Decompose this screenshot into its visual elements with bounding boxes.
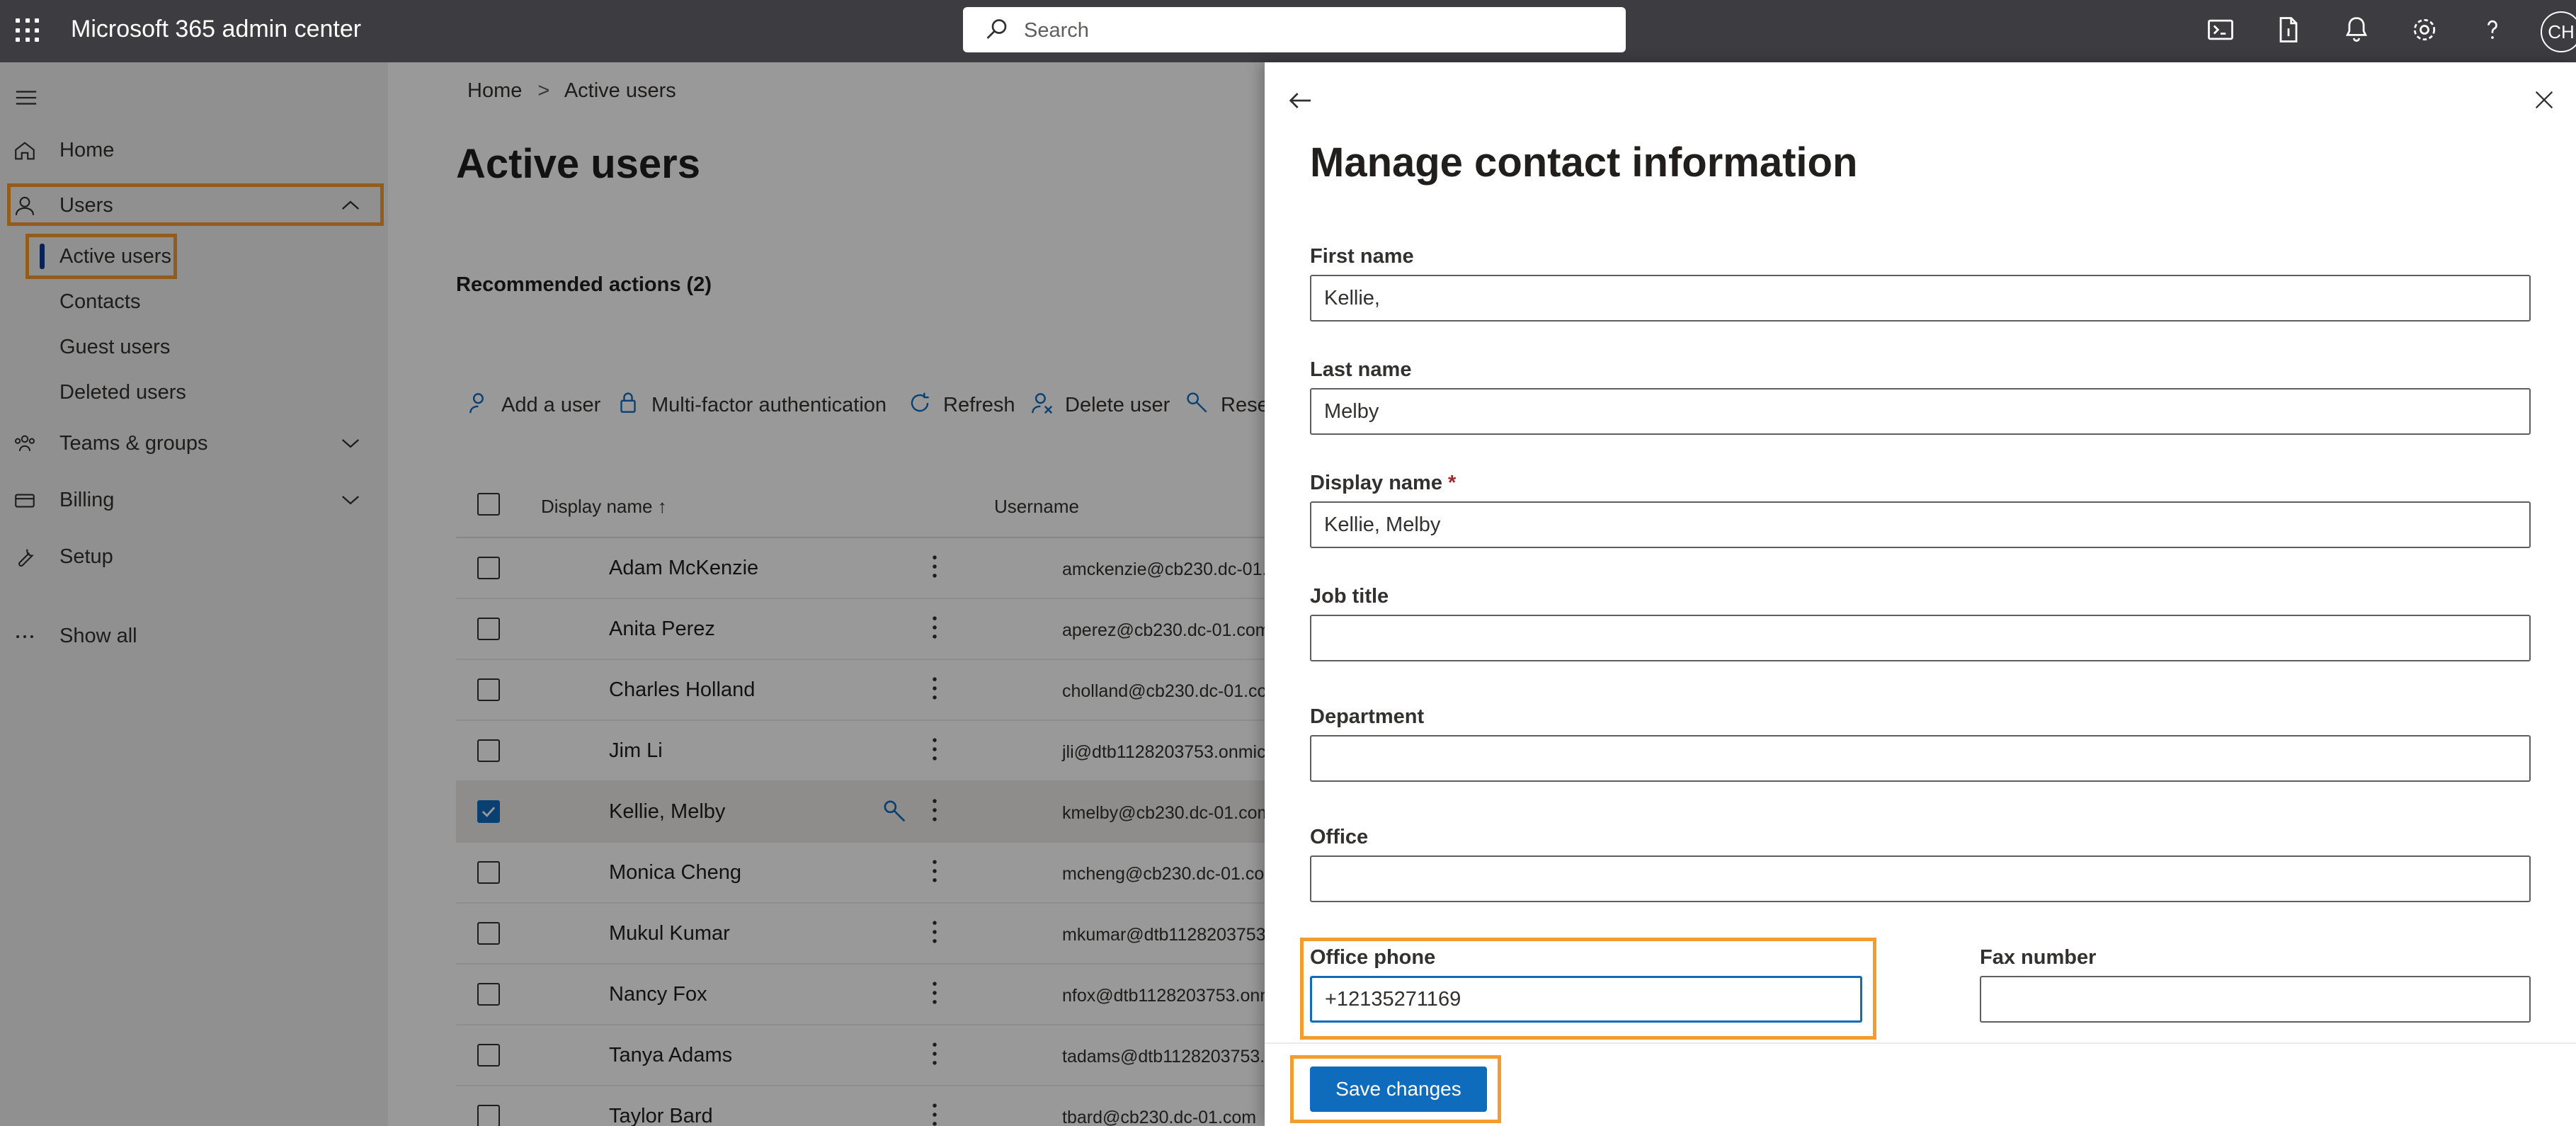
display-name-label-text: Display name [1310,472,1442,494]
panel-title: Manage contact information [1310,140,1858,186]
notifications-icon[interactable] [2341,14,2372,45]
save-changes-button[interactable]: Save changes [1310,1067,1487,1112]
search-icon [986,19,1007,39]
avatar[interactable]: CH [2541,11,2576,52]
office-field[interactable] [1310,855,2531,902]
app-title[interactable]: Microsoft 365 admin center [71,16,361,43]
search-input[interactable]: Search [963,7,1626,52]
app-launcher-icon[interactable] [16,18,40,42]
modal-overlay[interactable] [0,62,1265,1126]
help-icon[interactable] [2477,14,2508,45]
office-label: Office [1310,826,1369,848]
office-phone-field[interactable] [1310,976,1862,1023]
job-title-label: Job title [1310,585,1389,608]
last-name-field[interactable] [1310,388,2531,435]
display-name-field[interactable] [1310,501,2531,548]
settings-icon[interactable] [2409,14,2440,45]
terminal-icon[interactable] [2205,14,2236,45]
fax-number-label: Fax number [1980,946,2097,969]
search-placeholder: Search [1024,19,1089,42]
first-name-label: First name [1310,245,1414,268]
top-bar: Microsoft 365 admin center Search CH [0,0,2576,62]
department-label: Department [1310,705,1425,728]
job-title-field[interactable] [1310,615,2531,661]
manage-contact-panel: Manage contact information First name La… [1265,62,2576,1126]
first-name-field[interactable] [1310,275,2531,322]
required-marker: * [1448,472,1457,494]
department-field[interactable] [1310,735,2531,782]
fax-number-field[interactable] [1980,976,2531,1023]
office-phone-label: Office phone [1310,946,1436,969]
back-arrow-icon[interactable] [1286,86,1314,115]
close-icon[interactable] [2532,88,2556,112]
last-name-label: Last name [1310,358,1412,381]
display-name-label: Display name * [1310,472,1456,495]
document-icon[interactable] [2273,14,2304,45]
